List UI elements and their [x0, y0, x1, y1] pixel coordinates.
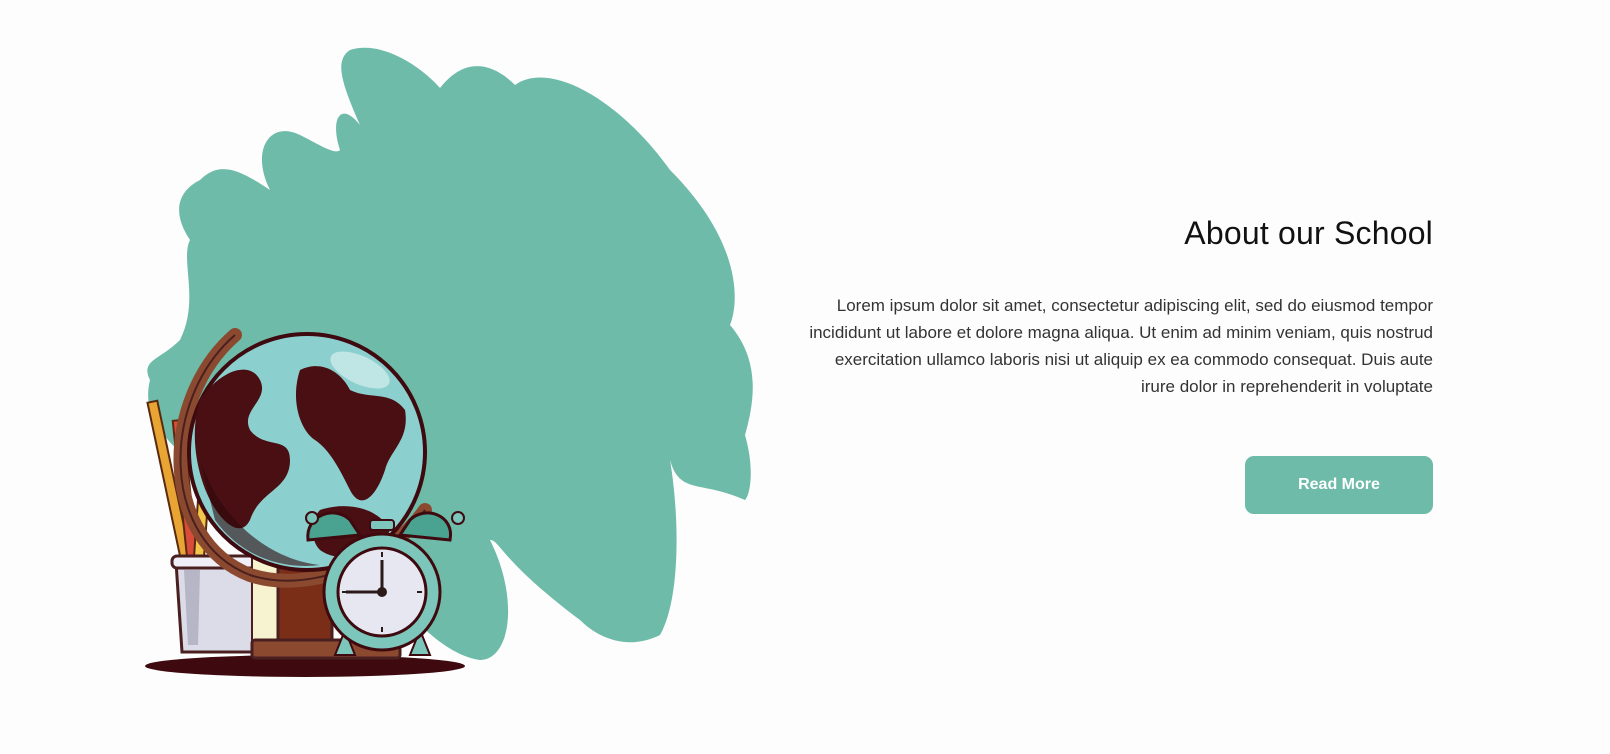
about-description: Lorem ipsum dolor sit amet, consectetur …	[809, 296, 1433, 396]
about-section: About our School Lorem ipsum dolor sit a…	[0, 0, 1610, 754]
school-illustration	[140, 40, 780, 700]
read-more-button[interactable]: Read More	[1245, 456, 1433, 514]
about-content: About our School Lorem ipsum dolor sit a…	[800, 210, 1433, 514]
about-title: About our School	[1184, 215, 1433, 251]
